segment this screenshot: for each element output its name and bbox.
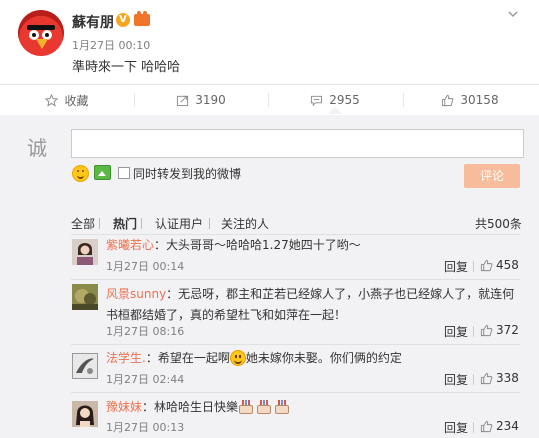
avatar-brow (27, 25, 55, 30)
comment-panel (0, 115, 539, 438)
reply-button[interactable]: 回复 (444, 258, 468, 275)
commenter-name[interactable]: 紫曦若心 (106, 238, 154, 252)
post-text: 準時來一下 哈哈哈 (72, 60, 181, 75)
reply-button[interactable]: 回复 (444, 323, 468, 340)
like-button[interactable]: 30158 (403, 85, 537, 115)
filter-all[interactable]: 全部 (71, 215, 95, 232)
commenter-name[interactable]: 豫妹妹 (106, 400, 142, 414)
comment-body-start: ：希望在一起啊 (145, 351, 230, 365)
commenter-avatar[interactable] (72, 284, 98, 310)
divider (473, 261, 474, 272)
cake-emoji-icon (238, 400, 254, 414)
comment-like-button[interactable]: 338 (480, 371, 519, 385)
comment-like-button[interactable]: 458 (480, 258, 519, 272)
comment-like-count: 234 (496, 419, 519, 433)
repost-count: 3190 (195, 93, 226, 107)
image-icon[interactable] (94, 165, 111, 180)
comment-like-button[interactable]: 372 (480, 323, 519, 337)
like-count: 30158 (460, 93, 499, 107)
action-bar: 收藏 3190 2955 30158 (0, 84, 539, 116)
repost-icon (177, 95, 189, 106)
comment-text: 风景sunny：无忌呀，郡主和芷若已经嫁人了，小燕子也已经嫁人了，就连何书桓都结… (106, 284, 521, 326)
favorite-label: 收藏 (64, 93, 89, 108)
divider (71, 392, 520, 393)
comment-like-button[interactable]: 234 (480, 419, 519, 433)
filter-verified[interactable]: 认证用户 (155, 215, 203, 232)
comment-text: 豫妹妹：林哈哈生日快樂 (106, 397, 521, 418)
comment-text: 紫曦若心：大头哥哥～哈哈哈1.27她四十了哟～ (106, 235, 521, 256)
comment-like-count: 458 (496, 258, 519, 272)
commenter-avatar[interactable] (72, 239, 98, 265)
divider (473, 326, 474, 337)
comment-total: 共500条 (475, 217, 522, 231)
favorite-button[interactable]: 收藏 (0, 85, 134, 115)
divider (473, 422, 474, 433)
comment-panel-caret (328, 107, 342, 114)
smile-emoji-icon (229, 350, 246, 366)
divider (141, 218, 142, 229)
commenter-name[interactable]: 法学生. (106, 351, 146, 365)
avatar-beak (36, 39, 48, 49)
author-avatar[interactable] (18, 10, 64, 56)
cake-emoji-icon (256, 400, 272, 414)
commenter-avatar[interactable] (72, 353, 98, 379)
submit-comment-button[interactable]: 评论 (464, 164, 520, 188)
repost-button[interactable]: 3190 (134, 85, 268, 115)
author-name[interactable]: 蘇有朋 (72, 12, 114, 32)
reply-button[interactable]: 回复 (444, 419, 468, 436)
divider (71, 279, 520, 280)
comment-input[interactable] (71, 129, 524, 158)
divider (71, 344, 520, 345)
thumbs-up-icon (480, 259, 493, 271)
comment-time: 1月27日 00:13 (106, 421, 185, 434)
divider (99, 218, 100, 229)
comment-count: 2955 (329, 93, 360, 107)
post-time[interactable]: 1月27日 00:10 (72, 37, 150, 53)
filter-hot[interactable]: 热门 (113, 215, 137, 232)
emoji-icon[interactable] (72, 165, 89, 182)
comment-body-end: 她未嫁你未娶。你们俩的约定 (245, 351, 402, 365)
star-icon (45, 93, 59, 107)
v-badge-icon: V (116, 13, 130, 27)
reply-button[interactable]: 回复 (444, 371, 468, 388)
forward-label[interactable]: 同时转发到我的微博 (133, 165, 241, 182)
divider (209, 218, 210, 229)
cake-emoji-icon (274, 400, 290, 414)
thumbs-up-icon (442, 94, 454, 106)
divider (473, 374, 474, 385)
chevron-down-icon[interactable] (507, 8, 519, 20)
comment-time: 1月27日 08:16 (106, 325, 185, 338)
comment-icon (311, 95, 323, 106)
commenter-avatar[interactable] (72, 401, 98, 427)
comment-time: 1月27日 02:44 (106, 373, 185, 386)
commenter-name[interactable]: 风景sunny (106, 287, 166, 301)
forward-checkbox[interactable] (118, 167, 130, 179)
comment-body: ：林哈哈生日快樂 (142, 400, 239, 414)
crown-icon (134, 11, 150, 26)
comment-like-count: 338 (496, 371, 519, 385)
comment-body: ：大头哥哥～哈哈哈1.27她四十了哟～ (154, 238, 361, 252)
thumbs-up-icon (480, 420, 493, 432)
thumbs-up-icon (480, 372, 493, 384)
sincere-icon: 诚 (27, 136, 47, 160)
thumbs-up-icon (480, 324, 493, 336)
filter-following[interactable]: 关注的人 (221, 215, 269, 232)
comment-time: 1月27日 00:14 (106, 260, 185, 273)
comment-like-count: 372 (496, 323, 519, 337)
comment-body: ：无忌呀，郡主和芷若已经嫁人了，小燕子也已经嫁人了，就连何书桓都结婚了，真的希望… (106, 287, 515, 322)
comment-text: 法学生.：希望在一起啊 她未嫁你未娶。你们俩的约定 (106, 348, 521, 369)
weibo-post: 蘇有朋 V 1月27日 00:10 準時來一下 哈哈哈 (0, 0, 539, 84)
